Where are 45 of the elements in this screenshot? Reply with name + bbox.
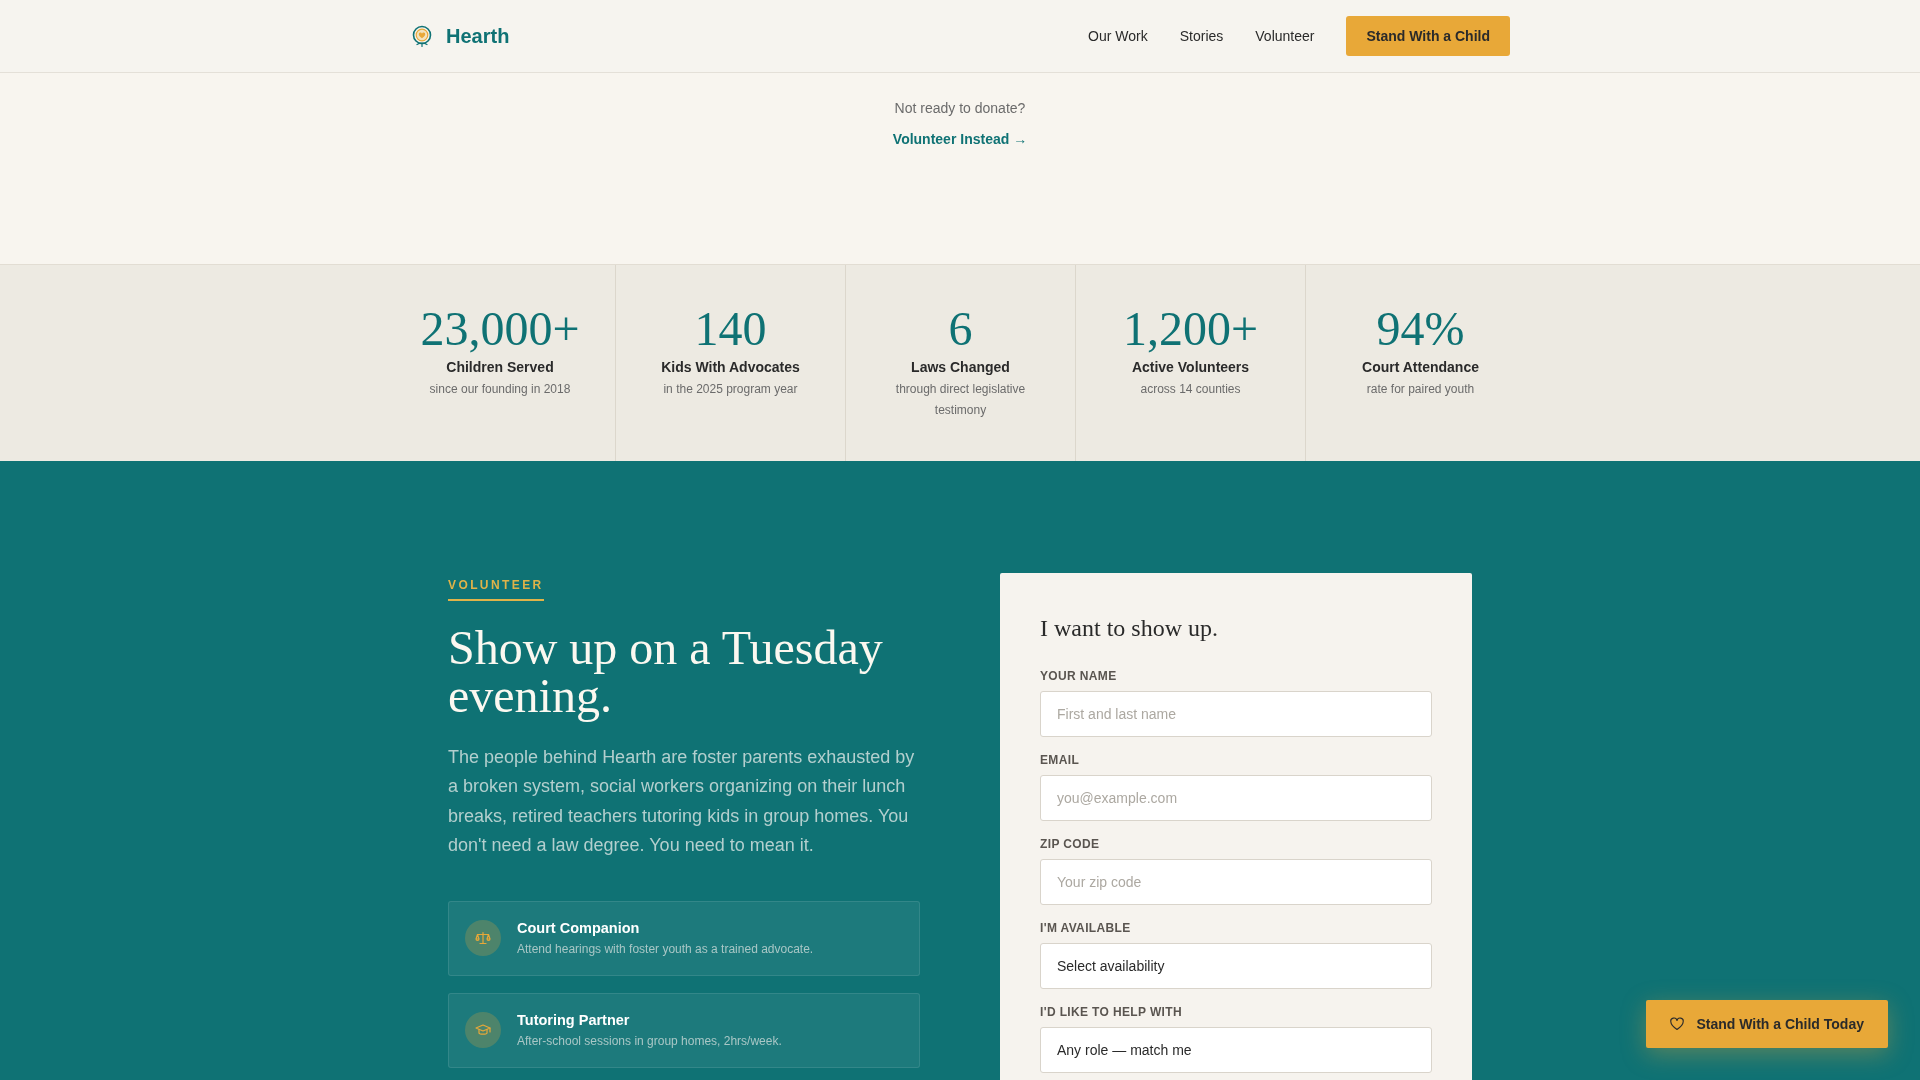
nav-link[interactable]: Stories: [1179, 28, 1224, 44]
stat-detail: rate for paired youth: [1366, 381, 1475, 398]
stat-number: 140: [694, 305, 767, 353]
field-label: I'M AVAILABLE: [1040, 921, 1131, 935]
stat-label: Children Served: [446, 358, 554, 377]
donate-button[interactable]: Stand With a Child: [1346, 16, 1510, 56]
scales-icon: [465, 920, 501, 957]
nav-link[interactable]: Volunteer: [1255, 28, 1315, 44]
section-eyebrow: VOLUNTEER: [448, 577, 544, 601]
section-heading: Show up on a Tuesday evening.: [448, 624, 884, 720]
stat-number: 23,000+: [420, 305, 580, 353]
stat-label: Laws Changed: [911, 358, 1010, 377]
field-label: I'D LIKE TO HELP WITH: [1040, 1005, 1182, 1019]
dropdown-field[interactable]: Select availability: [1040, 943, 1432, 989]
dropdown-field[interactable]: Any role — match me: [1040, 1027, 1432, 1073]
field-label: ZIP CODE: [1040, 837, 1100, 851]
form-title: I want to show up.: [1040, 614, 1219, 643]
stat-number: 1,200+: [1122, 305, 1259, 353]
stat-label: Kids With Advocates: [661, 358, 800, 377]
role-description: Attend hearings with foster youth as a trained advocate.: [517, 940, 814, 958]
stat-detail: through direct legislative testimony: [894, 381, 1027, 419]
donate-prompt: Not ready to donate?: [894, 99, 1026, 118]
volunteer-link[interactable]: Volunteer Instead →: [892, 128, 1028, 150]
field-label: YOUR NAME: [1040, 669, 1117, 683]
stat-detail: in the 2025 program year: [663, 381, 798, 398]
brand-name[interactable]: Hearth: [446, 24, 510, 48]
field-label: EMAIL: [1040, 753, 1080, 767]
input-field[interactable]: First and last name: [1040, 691, 1432, 737]
role-description: After-school sessions in group homes, 2hrs/week.: [517, 1032, 782, 1050]
input-field[interactable]: Your zip code: [1040, 859, 1432, 905]
floating-donate-button[interactable]: Stand With a Child Today: [1646, 1000, 1888, 1048]
stat-detail: across 14 counties: [1140, 381, 1241, 398]
graduation-cap-icon: [465, 1012, 501, 1049]
logo-icon: [410, 24, 434, 48]
nav-link[interactable]: Our Work: [1088, 28, 1148, 44]
section-paragraph: The people behind Hearth are foster parents exhausted by a broken system, social workers organizing on their lunch breaks, retired teachers tutoring kids in group homes. You don't need a law degree. You need to mean it.: [448, 746, 916, 858]
stat-detail: since our founding in 2018: [429, 381, 571, 398]
role-title: Tutoring Partner: [517, 1010, 630, 1030]
heart-icon: [1670, 1017, 1685, 1031]
stat-number: 94%: [1376, 305, 1465, 353]
stat-label: Court Attendance: [1362, 358, 1479, 377]
role-title: Court Companion: [517, 918, 640, 938]
stat-number: 6: [948, 305, 973, 353]
stat-label: Active Volunteers: [1131, 358, 1250, 377]
input-field[interactable]: you@example.com: [1040, 775, 1432, 821]
